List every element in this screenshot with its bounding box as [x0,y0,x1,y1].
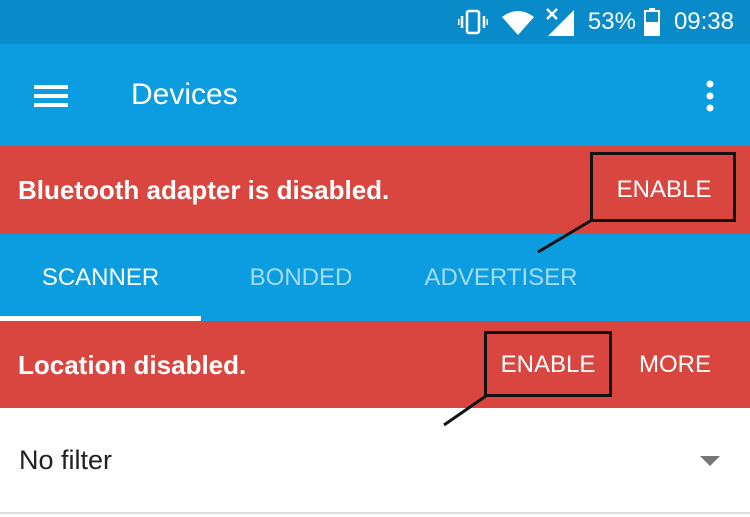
tab-bonded[interactable]: BONDED [201,234,401,321]
tab-advertiser[interactable]: ADVERTISER [401,234,601,321]
bluetooth-disabled-message: Bluetooth adapter is disabled. [18,174,390,205]
clock: 09:38 [673,8,734,35]
filter-selected-value: No filter [19,445,113,475]
bluetooth-disabled-banner: Bluetooth adapter is disabled. ENABLE [0,146,750,234]
more-location-button[interactable]: MORE [625,321,725,409]
battery-icon [643,8,660,36]
enable-bluetooth-button[interactable]: ENABLE [592,146,736,234]
tab-scanner[interactable]: SCANNER [0,234,201,321]
app-screen: 53% 09:38 Devices Bluetooth adapter is d… [0,0,750,517]
location-disabled-banner: Location disabled. ENABLE MORE [0,321,750,408]
page-title: Devices [131,78,238,111]
wifi-icon [501,9,534,35]
battery-percent: 53% [587,8,636,35]
location-disabled-message: Location disabled. [18,349,247,380]
dropdown-arrow-icon [698,454,722,468]
status-icons: 53% 09:38 [457,0,734,44]
tab-bar: SCANNER BONDED ADVERTISER [0,234,750,321]
vibrate-icon [457,9,488,35]
app-bar: Devices [0,44,750,146]
filter-dropdown[interactable]: No filter [0,408,750,517]
status-bar: 53% 09:38 [0,0,750,44]
cell-signal-no-service-icon [546,8,574,36]
more-vert-icon[interactable] [694,74,726,118]
hamburger-menu-icon[interactable] [28,76,76,116]
filter-divider [0,512,750,514]
enable-location-button[interactable]: ENABLE [487,321,609,409]
